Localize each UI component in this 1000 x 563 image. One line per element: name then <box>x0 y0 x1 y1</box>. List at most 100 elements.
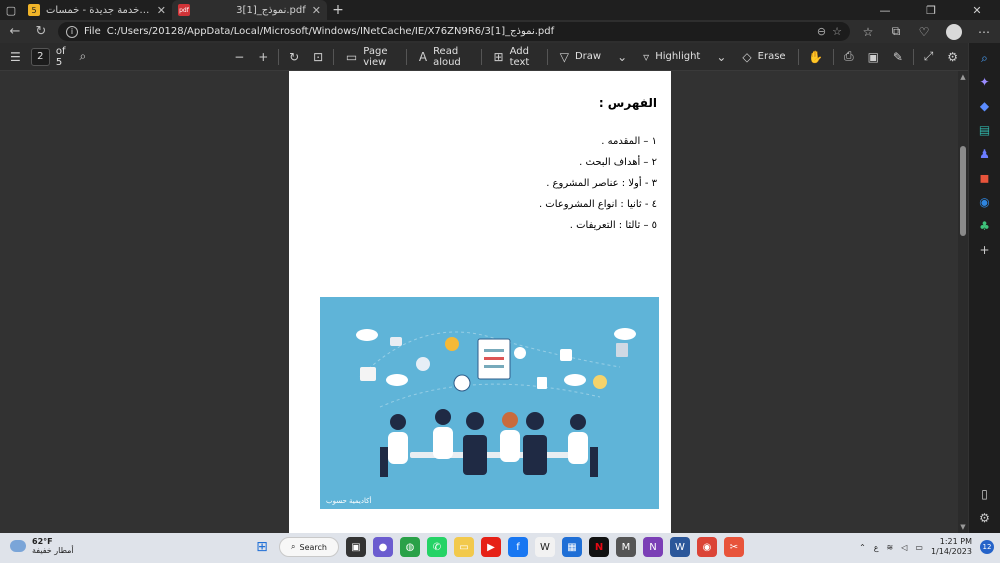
wifi-icon[interactable]: ≋ <box>887 543 894 552</box>
games-icon[interactable]: ♟ <box>976 145 994 163</box>
toc-item: ٢ – أهداف البحث . <box>579 157 657 168</box>
pdf-page: الفهرس : ١ – المقدمه . ٢ – أهداف البحث .… <box>289 71 671 533</box>
close-tab-icon[interactable]: ✕ <box>157 4 166 17</box>
fit-page-icon[interactable]: ⊡ <box>309 50 327 64</box>
shopping-tag-icon[interactable]: ◆ <box>976 97 994 115</box>
whatsapp-icon[interactable]: ✆ <box>427 537 447 557</box>
clock[interactable]: 1:21 PM 1/14/2023 <box>931 537 972 557</box>
page-number-input[interactable]: 2 <box>30 47 50 66</box>
word-icon[interactable]: W <box>670 537 690 557</box>
favorite-add-icon[interactable]: ☆ <box>832 25 842 38</box>
chrome-alt-icon[interactable]: ◉ <box>697 537 717 557</box>
chrome-icon[interactable]: ◍ <box>400 537 420 557</box>
volume-icon[interactable]: ◁ <box>901 543 907 552</box>
tab-title: أضف خدمة جديدة - خمسات <box>46 4 151 16</box>
add-sidebar-icon[interactable]: + <box>976 241 994 259</box>
store-icon[interactable]: ▦ <box>562 537 582 557</box>
zoom-out-icon[interactable]: − <box>230 50 248 64</box>
settings-gear-icon[interactable]: ⚙ <box>943 50 962 64</box>
read-aloud-button[interactable]: A Read aloud <box>413 46 475 68</box>
notification-badge[interactable]: 12 <box>980 540 994 554</box>
chevron-down-icon[interactable]: ⌄ <box>613 50 631 64</box>
app-m-icon[interactable]: M <box>616 537 636 557</box>
favorites-icon[interactable]: ☆ <box>858 25 878 39</box>
erase-button[interactable]: ◇ Erase <box>736 50 791 64</box>
office-icon[interactable]: ◼ <box>976 169 994 187</box>
rotate-icon[interactable]: ↻ <box>285 50 303 64</box>
save-icon[interactable]: ▣ <box>864 50 883 64</box>
drop-tree-icon[interactable]: ♣ <box>976 217 994 235</box>
browser-essentials-icon[interactable]: ♡ <box>914 25 934 39</box>
scrollbar-thumb[interactable] <box>960 146 966 236</box>
toc-item: ٥ – ثالثا : التعريفات . <box>569 220 657 231</box>
touch-icon[interactable]: ✋ <box>804 50 827 64</box>
print-icon[interactable]: ⎙ <box>840 49 858 64</box>
close-window-icon[interactable]: ✕ <box>954 4 1000 17</box>
vertical-scrollbar[interactable]: ▲ ▼ <box>958 71 968 533</box>
pdf-favicon-icon: pdf <box>178 4 190 16</box>
battery-icon[interactable]: ▭ <box>915 543 923 552</box>
new-tab-button[interactable]: + <box>327 2 349 18</box>
weather-desc: أمطار خفيفة <box>32 546 74 555</box>
taskbar-apps: ⊞ ⌕ Search ▣ ● ◍ ✆ ▭ ▶ f W ▦ N M N W ◉ ✂ <box>252 537 744 557</box>
outlook-icon[interactable]: ◉ <box>976 193 994 211</box>
collections-icon[interactable]: ⧉ <box>886 24 906 39</box>
language-indicator[interactable]: ع <box>874 543 879 552</box>
clock-date: 1/14/2023 <box>930 547 972 556</box>
search-icon: ⌕ <box>291 542 296 551</box>
draw-button[interactable]: ▽ Draw <box>554 50 607 64</box>
system-tray: ⌃ ع ≋ ◁ ▭ 1:21 PM 1/14/2023 12 <box>859 537 994 557</box>
scroll-up-icon[interactable]: ▲ <box>958 73 968 81</box>
taskbar-search-button[interactable]: ⌕ Search <box>279 537 339 557</box>
netflix-icon[interactable]: N <box>589 537 609 557</box>
info-icon[interactable]: i <box>66 25 78 38</box>
save-as-icon[interactable]: ✎ <box>889 50 907 64</box>
weather-widget[interactable]: 62°F أمطار خفيفة <box>10 537 74 555</box>
table-of-contents: ١ – المقدمه . ٢ – أهداف البحث . ٣ - أولا… <box>327 131 657 236</box>
taskbar: 62°F أمطار خفيفة ⊞ ⌕ Search ▣ ● ◍ ✆ ▭ ▶ f… <box>0 533 1000 563</box>
fullscreen-icon[interactable]: ⤢ <box>920 49 938 64</box>
sidebar-settings-icon[interactable]: ⚙ <box>976 509 994 527</box>
contents-icon[interactable]: ☰ <box>6 50 25 64</box>
maximize-icon[interactable]: ❐ <box>908 4 954 17</box>
zoom-in-icon[interactable]: + <box>254 50 272 64</box>
tools-briefcase-icon[interactable]: ▤ <box>976 121 994 139</box>
youtube-icon[interactable]: ▶ <box>481 537 501 557</box>
teams-chat-icon[interactable]: ● <box>373 537 393 557</box>
search-icon[interactable]: ⌕ <box>976 49 994 67</box>
snipping-tool-icon[interactable]: ✂ <box>724 537 744 557</box>
wikipedia-icon[interactable]: W <box>535 537 555 557</box>
tab-khamsat[interactable]: 5 أضف خدمة جديدة - خمسات ✕ <box>22 0 172 20</box>
find-icon[interactable]: ⌕ <box>76 49 91 64</box>
page-total: of 5 <box>55 45 66 68</box>
onenote-icon[interactable]: N <box>643 537 663 557</box>
team-meeting-illustration: أكاديمية حسوب <box>320 297 659 509</box>
start-windows-icon[interactable]: ⊞ <box>252 537 272 557</box>
highlight-button[interactable]: ▿ Highlight <box>637 50 706 64</box>
add-text-button[interactable]: ⊞ Add text <box>488 46 542 68</box>
clock-time: 1:21 PM <box>939 537 972 546</box>
facebook-icon[interactable]: f <box>508 537 528 557</box>
profile-avatar[interactable] <box>946 23 962 40</box>
toc-item: ٣ - أولا : عناصر المشروع . <box>546 178 657 189</box>
hide-sidebar-icon[interactable]: ▯ <box>976 485 994 503</box>
task-view-icon[interactable]: ▣ <box>346 537 366 557</box>
close-tab-icon[interactable]: ✕ <box>312 4 321 17</box>
page-view-button[interactable]: ▭ Page view <box>340 46 400 68</box>
minimize-icon[interactable]: — <box>862 4 908 17</box>
workspaces-icon[interactable]: ▢ <box>0 0 22 20</box>
chevron-down-icon[interactable]: ⌄ <box>712 50 730 64</box>
file-explorer-icon[interactable]: ▭ <box>454 537 474 557</box>
scroll-down-icon[interactable]: ▼ <box>958 523 968 531</box>
url-field[interactable]: i File C:/Users/20128/AppData/Local/Micr… <box>58 22 850 41</box>
refresh-icon[interactable]: ↻ <box>32 24 50 39</box>
zoom-icon[interactable]: ⊖ <box>817 25 826 38</box>
pdf-viewer[interactable]: الفهرس : ١ – المقدمه . ٢ – أهداف البحث .… <box>0 71 958 533</box>
show-hidden-icons-chevron-icon[interactable]: ⌃ <box>859 543 866 552</box>
khamsat-favicon-icon: 5 <box>28 4 40 16</box>
more-menu-icon[interactable]: ⋯ <box>974 25 994 39</box>
highlight-icon: ▿ <box>643 49 650 64</box>
tab-pdf[interactable]: pdf نموذج_[1]3.pdf ✕ <box>172 0 327 20</box>
back-icon[interactable]: ← <box>6 24 24 39</box>
copilot-icon[interactable]: ✦ <box>976 73 994 91</box>
